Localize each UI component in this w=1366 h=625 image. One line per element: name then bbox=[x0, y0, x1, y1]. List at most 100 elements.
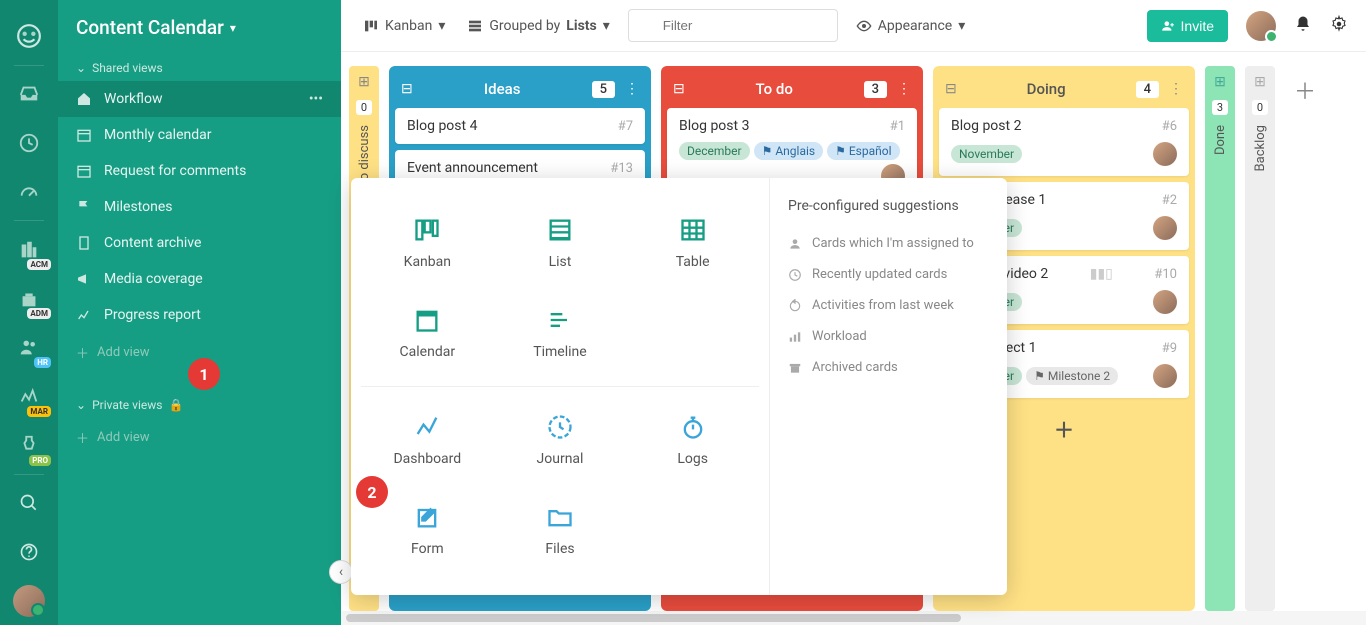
private-views-section[interactable]: ⌄Private views 🔒 bbox=[58, 392, 341, 418]
plus-icon: ＋ bbox=[76, 428, 89, 447]
clipboard-icon bbox=[76, 235, 92, 251]
view-option-table[interactable]: Table bbox=[626, 198, 759, 288]
suggestion-assigned[interactable]: Cards which I'm assigned to bbox=[788, 228, 989, 259]
workspace-pro[interactable]: PRO bbox=[9, 427, 49, 464]
column-menu-icon[interactable]: ⋮ bbox=[897, 81, 911, 97]
user-avatar-top[interactable] bbox=[1246, 11, 1276, 41]
topbar: Kanban▾ Grouped by Lists▾ Appearance▾ In… bbox=[341, 0, 1366, 52]
view-option-dashboard[interactable]: Dashboard bbox=[361, 395, 494, 485]
view-type-selector[interactable]: Kanban▾ bbox=[359, 12, 449, 40]
assignee-avatar bbox=[1153, 216, 1177, 240]
sidebar-item-milestones[interactable]: Milestones bbox=[58, 189, 341, 225]
add-view-private[interactable]: ＋Add view bbox=[58, 418, 341, 457]
collapse-column-icon[interactable]: ⊟ bbox=[945, 81, 957, 97]
more-icon[interactable]: ••• bbox=[309, 91, 323, 107]
workspace-acm[interactable]: ACM bbox=[9, 231, 49, 268]
flag-icon: ⚑ bbox=[1034, 369, 1045, 383]
chart-icon bbox=[76, 307, 92, 323]
sidebar-item-archive[interactable]: Content archive bbox=[58, 225, 341, 261]
sidebar-item-progress[interactable]: Progress report bbox=[58, 297, 341, 333]
chevron-down-icon: ▾ bbox=[230, 21, 236, 35]
logo-icon[interactable] bbox=[9, 18, 49, 55]
sidebar-item-rfc[interactable]: Request for comments bbox=[58, 153, 341, 189]
filter-input[interactable] bbox=[628, 9, 838, 42]
collapse-sidebar-button[interactable]: ‹ bbox=[329, 560, 353, 584]
workspace-mar[interactable]: MAR bbox=[9, 378, 49, 415]
card[interactable]: Blog post 2#6 November bbox=[939, 108, 1189, 176]
horizontal-scrollbar[interactable] bbox=[341, 611, 1366, 625]
view-option-list[interactable]: List bbox=[494, 198, 627, 288]
home-icon bbox=[76, 91, 92, 107]
kanban-icon bbox=[363, 18, 379, 34]
column-count: 3 bbox=[864, 81, 887, 98]
chevron-down-icon: ▾ bbox=[958, 18, 965, 34]
expand-icon: ⊞ bbox=[1214, 74, 1226, 90]
plus-icon: ＋ bbox=[76, 343, 89, 362]
lock-icon: 🔒 bbox=[168, 398, 183, 412]
inbox-icon[interactable] bbox=[9, 76, 49, 113]
column-title: Doing bbox=[957, 80, 1136, 98]
view-option-calendar[interactable]: Calendar bbox=[361, 288, 494, 378]
assignee-avatar bbox=[1153, 290, 1177, 314]
eye-icon bbox=[856, 18, 872, 34]
collapse-column-icon[interactable]: ⊟ bbox=[673, 81, 685, 97]
suggestion-recent[interactable]: Recently updated cards bbox=[788, 259, 989, 290]
search-icon[interactable] bbox=[9, 485, 49, 522]
collapse-column-icon[interactable]: ⊟ bbox=[401, 81, 413, 97]
sidebar-item-media[interactable]: Media coverage bbox=[58, 261, 341, 297]
sidebar: Content Calendar▾ ⌄Shared views Workflow… bbox=[58, 0, 341, 625]
chevron-down-icon: ▾ bbox=[438, 18, 445, 34]
flag-icon bbox=[76, 199, 92, 215]
suggestion-archived[interactable]: Archived cards bbox=[788, 352, 989, 383]
collapsed-column-backlog[interactable]: ⊞ 0 Backlog bbox=[1245, 66, 1275, 611]
gauge-icon[interactable] bbox=[9, 174, 49, 211]
shared-views-section[interactable]: ⌄Shared views bbox=[58, 55, 341, 81]
flag-icon: ⚑ bbox=[835, 144, 846, 158]
flag-icon: ⚑ bbox=[762, 144, 773, 158]
suggestion-workload[interactable]: Workload bbox=[788, 321, 989, 352]
column-menu-icon[interactable]: ⋮ bbox=[1169, 81, 1183, 97]
column-title: To do bbox=[685, 80, 864, 98]
view-option-kanban[interactable]: Kanban bbox=[361, 198, 494, 288]
view-option-timeline[interactable]: Timeline bbox=[494, 288, 627, 378]
column-count: 4 bbox=[1136, 81, 1159, 98]
workspace-adm[interactable]: ADM bbox=[9, 280, 49, 317]
chevron-down-icon: ▾ bbox=[603, 18, 610, 34]
callout-2: 2 bbox=[356, 476, 388, 508]
settings-icon[interactable] bbox=[1330, 15, 1348, 37]
add-column-button[interactable]: ＋ bbox=[1285, 66, 1325, 611]
calendar-icon bbox=[76, 163, 92, 179]
help-icon[interactable] bbox=[9, 533, 49, 570]
add-view-popover: Kanban List Table Calendar Timeline bbox=[351, 178, 1007, 595]
suggestion-activities[interactable]: Activities from last week bbox=[788, 290, 989, 321]
sidebar-item-workflow[interactable]: Workflow••• bbox=[58, 81, 341, 117]
chevron-down-icon: ⌄ bbox=[76, 398, 86, 412]
megaphone-icon bbox=[76, 271, 92, 287]
view-option-journal[interactable]: Journal bbox=[494, 395, 627, 485]
clock-icon[interactable] bbox=[9, 125, 49, 162]
expand-icon: ⊞ bbox=[358, 74, 370, 90]
calendar-icon bbox=[76, 127, 92, 143]
collapsed-column-done[interactable]: ⊞ 3 Done bbox=[1205, 66, 1235, 611]
filter-input-wrap bbox=[628, 9, 838, 42]
chevron-down-icon: ⌄ bbox=[76, 61, 86, 75]
appearance-selector[interactable]: Appearance▾ bbox=[852, 12, 970, 40]
card[interactable]: Blog post 4#7 bbox=[395, 108, 645, 144]
view-option-logs[interactable]: Logs bbox=[626, 395, 759, 485]
group-icon bbox=[467, 18, 483, 34]
assignee-avatar bbox=[1153, 364, 1177, 388]
workspace-hr[interactable]: HR bbox=[9, 329, 49, 366]
sidebar-item-monthly-calendar[interactable]: Monthly calendar bbox=[58, 117, 341, 153]
expand-icon: ⊞ bbox=[1254, 74, 1266, 90]
notifications-icon[interactable] bbox=[1294, 15, 1312, 37]
grouped-by-selector[interactable]: Grouped by Lists▾ bbox=[463, 12, 613, 40]
callout-1: 1 bbox=[188, 358, 220, 390]
user-avatar[interactable] bbox=[9, 582, 49, 619]
column-menu-icon[interactable]: ⋮ bbox=[625, 81, 639, 97]
invite-button[interactable]: Invite bbox=[1147, 10, 1228, 42]
suggestions-title: Pre-configured suggestions bbox=[788, 198, 989, 214]
view-option-files[interactable]: Files bbox=[494, 485, 627, 575]
board-title[interactable]: Content Calendar▾ bbox=[58, 0, 341, 55]
column-count: 5 bbox=[592, 81, 615, 98]
user-plus-icon bbox=[1161, 19, 1175, 33]
